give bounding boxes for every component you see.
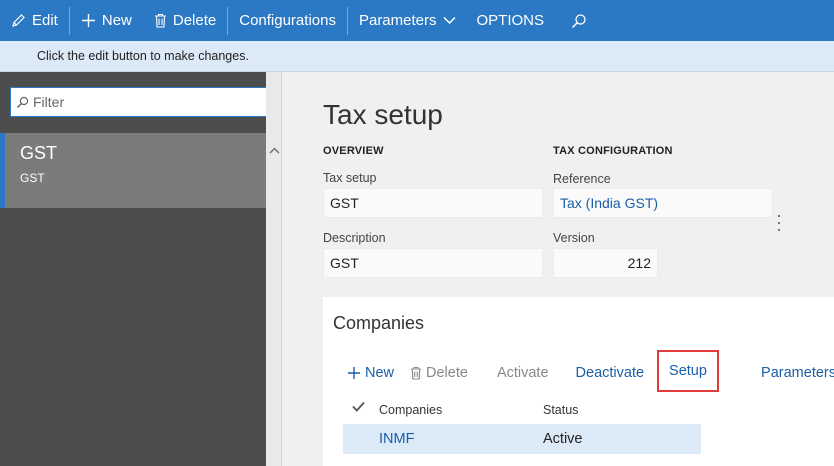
list-pane: GST GST [0,72,272,466]
delete-button-label: Delete [172,12,217,29]
options-tab[interactable]: OPTIONS [467,0,556,41]
status-cell: Active [543,431,583,447]
version-label: Version [553,231,595,245]
search-icon [571,13,586,28]
table-row[interactable]: INMF Active [343,424,701,454]
message-text: Click the edit button to make changes. [37,49,249,63]
parameters-button[interactable]: Parameters [761,365,834,381]
setup-label: Setup [669,363,707,379]
configurations-label: Configurations [239,12,336,29]
activate-label: Activate [496,365,549,381]
deactivate-label: Deactivate [575,365,645,381]
edit-button-label: Edit [32,12,58,29]
companies-delete-label: Delete [426,365,468,381]
reference-field[interactable]: Tax (India GST) [553,188,773,218]
message-bar: Click the edit button to make changes. [0,41,834,72]
scroll-up-button[interactable] [266,133,282,173]
pencil-icon [12,14,25,27]
setup-button[interactable]: Setup [657,350,719,392]
delete-button[interactable]: Delete [143,0,227,41]
companies-new-button[interactable]: New [347,365,394,381]
search-button[interactable] [555,0,598,41]
filter-box[interactable] [10,87,272,117]
options-label: OPTIONS [476,12,545,29]
list-item-title: GST [20,143,58,163]
companies-title: Companies [333,313,425,333]
chevron-up-icon [269,147,279,154]
company-cell[interactable]: INMF [379,431,414,447]
list-item-subtitle: GST [20,171,45,185]
companies-grid-header: Companies Status [343,399,701,421]
edit-button[interactable]: Edit [0,0,69,41]
new-button[interactable]: New [70,0,143,41]
list-item-gst[interactable]: GST GST [0,133,266,208]
companies-new-label: New [365,365,395,381]
trash-icon [154,13,166,28]
action-pane: Edit New Delete Configurations Parameter… [0,0,834,41]
configurations-button[interactable]: Configurations [228,0,347,41]
reference-label: Reference [553,172,611,186]
column-header-companies[interactable]: Companies [379,403,442,417]
plus-icon [348,367,360,379]
activate-button[interactable]: Activate [497,365,549,381]
version-field[interactable]: 212 [553,248,658,278]
select-all-checkmark-icon[interactable] [352,401,365,415]
tax-setup-field[interactable]: GST [323,188,543,218]
description-label: Description [323,231,386,245]
parameters-menu[interactable]: Parameters [348,0,467,41]
column-header-status[interactable]: Status [543,403,578,417]
parameters-button-label: Parameters [761,365,834,381]
more-options-icon[interactable] [776,215,782,231]
new-button-label: New [101,12,132,29]
tax-setup-label: Tax setup [323,171,377,185]
deactivate-button[interactable]: Deactivate [576,365,645,381]
parameters-label: Parameters [358,12,437,29]
chevron-down-icon [442,16,456,25]
companies-delete-button[interactable]: Delete [410,365,468,381]
filter-input[interactable] [33,89,265,115]
trash-icon [411,366,422,380]
description-field[interactable]: GST [323,248,543,278]
plus-icon [81,14,95,27]
companies-toolbar: New Delete Activate Deactivate Parameter… [347,363,834,383]
tax-configuration-heading: TAX CONFIGURATION [553,145,673,157]
page-title: Tax setup [323,99,443,130]
search-icon [11,96,33,109]
companies-panel: Companies New Delete Activate Deactivate… [323,297,834,466]
overview-heading: OVERVIEW [323,145,384,157]
list-scrollbar[interactable] [266,72,282,466]
